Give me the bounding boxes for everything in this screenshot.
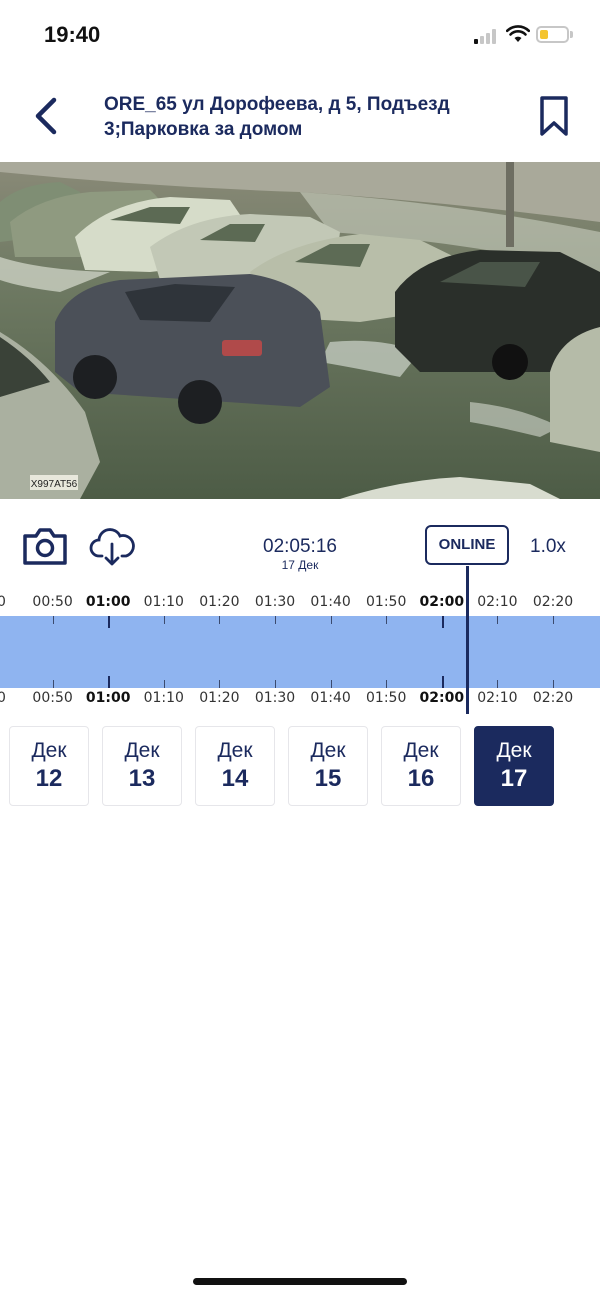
timeline-label: 02:10	[477, 690, 518, 706]
playhead-line[interactable]	[466, 566, 469, 714]
timeline-label: 01:40	[310, 690, 351, 706]
timeline-tick	[219, 680, 221, 688]
timeline-label: 01:30	[254, 690, 296, 706]
timeline-tick	[219, 616, 221, 624]
date-day: 16	[407, 765, 435, 792]
timeline-label: 02:00	[419, 690, 465, 706]
timeline-labels-top: 40 00:50 01:00 01:10 01:20 01:30 01:40 01:50 02:…	[0, 594, 600, 616]
date-month: Дек	[217, 739, 253, 762]
timeline-label: 01:50	[366, 690, 407, 706]
timeline-tick	[553, 680, 554, 688]
timeline-label: 02:20	[532, 690, 574, 706]
snapshot-button[interactable]	[22, 526, 68, 566]
recording-band	[0, 616, 600, 688]
date-button-13[interactable]: Дек 13	[102, 726, 182, 806]
timeline-tick	[386, 680, 388, 688]
current-date: 17 Дек	[281, 558, 319, 572]
timeline-tick	[275, 616, 276, 624]
back-button[interactable]	[28, 92, 68, 140]
timeline-label: 02:10	[477, 594, 518, 610]
camera-icon	[23, 528, 67, 565]
date-month: Дек	[403, 739, 439, 762]
timeline-tick	[163, 680, 165, 688]
timeline-tick	[441, 616, 444, 628]
playback-speed-button[interactable]: 1.0x	[530, 536, 566, 558]
timeline-tick	[441, 676, 444, 688]
camera-title: ORE_65 ул Дорофеева, д 5, Подъезд 3;Парк…	[104, 94, 450, 140]
wifi-icon	[506, 25, 530, 42]
player-controls: 02:05:16 17 Дек ONLINE 1.0x	[0, 518, 600, 574]
date-selector: Дек 12 Дек 13 Дек 14 Дек 15 Дек 16 Дек 17	[0, 726, 600, 808]
download-button[interactable]	[88, 526, 136, 568]
cloud-download-icon	[89, 528, 135, 566]
timeline-label: 01:20	[199, 690, 240, 706]
timeline-label: 02:20	[532, 594, 574, 610]
video-player[interactable]: Х997АТ56	[0, 162, 600, 499]
date-button-17[interactable]: Дек 17	[474, 726, 554, 806]
header: ORE_65 ул Дорофеева, д 5, Подъезд 3;Парк…	[0, 70, 600, 162]
timeline-tick	[52, 680, 54, 688]
date-day: 17	[500, 765, 528, 792]
date-day: 14	[221, 765, 249, 792]
timeline-label: 01:10	[143, 690, 184, 706]
timeline-tick	[52, 616, 54, 624]
date-button-15[interactable]: Дек 15	[288, 726, 368, 806]
timeline-tick	[497, 680, 499, 688]
current-time: 02:05:16	[263, 536, 337, 557]
cellular-signal-icon	[474, 28, 500, 44]
timeline-label: 02:00	[419, 594, 465, 610]
bookmark-button[interactable]	[534, 94, 574, 138]
date-month: Дек	[310, 739, 346, 762]
home-indicator	[193, 1278, 407, 1285]
timeline-label: 01:20	[199, 594, 240, 610]
bookmark-icon	[540, 96, 568, 136]
timeline-label: 00:50	[32, 594, 73, 610]
timeline-tick	[330, 680, 332, 688]
status-time: 19:40	[44, 22, 101, 47]
timeline-label: 01:10	[143, 594, 184, 610]
timeline-tick	[497, 616, 499, 624]
license-plate: Х997АТ56	[31, 479, 78, 490]
timeline-scrubber[interactable]: 40 00:50 01:00 01:10 01:20 01:30 01:40 01:50 02:…	[0, 590, 600, 714]
date-day: 12	[35, 765, 63, 792]
chevron-left-icon	[35, 97, 57, 135]
timeline-label: 00:50	[32, 690, 73, 706]
date-month: Дек	[31, 739, 67, 762]
battery-icon	[536, 26, 569, 43]
date-month: Дек	[496, 739, 532, 762]
timeline-label: 40	[0, 594, 6, 610]
timeline-tick	[108, 676, 111, 688]
timeline-label: 01:50	[366, 594, 407, 610]
timeline-label: 40	[0, 690, 6, 706]
date-day: 15	[314, 765, 342, 792]
date-button-14[interactable]: Дек 14	[195, 726, 275, 806]
date-day: 13	[128, 765, 156, 792]
date-month: Дек	[124, 739, 160, 762]
timeline-tick	[553, 616, 554, 624]
status-bar: 19:40	[0, 0, 600, 70]
timeline-label: 01:00	[85, 594, 131, 610]
timeline-tick	[163, 616, 165, 624]
timeline-tick	[386, 616, 388, 624]
timeline-tick	[108, 616, 111, 628]
timeline-label: 01:40	[310, 594, 351, 610]
timeline-label: 01:30	[254, 594, 296, 610]
date-button-12[interactable]: Дек 12	[9, 726, 89, 806]
online-button[interactable]: ONLINE	[425, 525, 509, 565]
timeline-label: 01:00	[85, 690, 131, 706]
battery-tip	[570, 31, 573, 38]
date-button-16[interactable]: Дек 16	[381, 726, 461, 806]
timeline-tick	[330, 616, 332, 624]
timeline-labels-bottom: 40 00:50 01:00 01:10 01:20 01:30 01:40 01:50 02:…	[0, 690, 600, 712]
timeline-tick	[275, 680, 276, 688]
camera-frame-image: Х997АТ56	[0, 162, 600, 499]
